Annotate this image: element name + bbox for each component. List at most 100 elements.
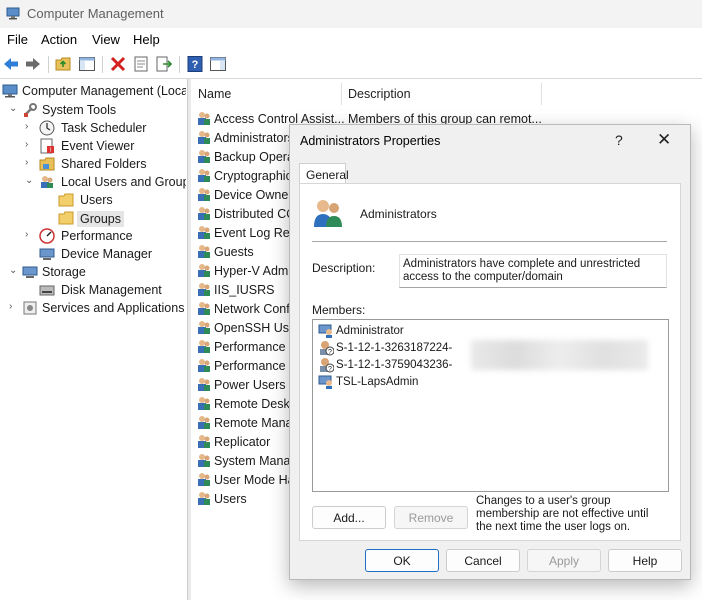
group-name: Guests [214, 245, 254, 259]
tree-label: Users [80, 193, 113, 207]
tab-label: General [306, 168, 349, 182]
chevron-down-icon[interactable]: ⌄ [25, 176, 35, 186]
column-header-label: Description [348, 87, 411, 101]
remove-button[interactable]: Remove [394, 506, 468, 529]
group-name: Power Users [214, 378, 286, 392]
forward-icon[interactable] [24, 55, 42, 73]
chevron-down-icon[interactable]: ⌄ [9, 104, 19, 114]
computer-management-icon [2, 84, 18, 98]
help-button[interactable]: Help [608, 549, 682, 572]
menu-action[interactable]: Action [41, 32, 77, 47]
device-manager-icon [39, 248, 55, 260]
column-header-description[interactable]: Description [341, 79, 541, 107]
column-header-name[interactable]: Name [191, 79, 341, 107]
chevron-down-icon[interactable]: ⌄ [9, 266, 19, 276]
folder-icon [58, 211, 74, 225]
group-icon [198, 378, 210, 391]
tree-label: Performance [61, 229, 133, 243]
tree-label: Services and Applications [42, 301, 185, 315]
group-name: Administrators [214, 131, 294, 145]
event-viewer-icon: ! [40, 138, 54, 154]
unknown-sid-icon: ? [320, 341, 334, 356]
group-icon [198, 321, 210, 334]
dialog-title: Administrators Properties [300, 134, 441, 148]
up-folder-icon[interactable] [55, 55, 73, 73]
group-icon [198, 112, 210, 125]
description-value: Administrators have complete and unrestr… [403, 258, 641, 283]
toolbar-separator [102, 56, 103, 73]
group-name: Users [214, 492, 247, 506]
column-header-label: Name [198, 87, 232, 101]
member-name: TSL-LapsAdmin [336, 376, 419, 388]
menu-view[interactable]: View [92, 32, 120, 47]
chevron-right-icon[interactable]: › [25, 140, 35, 150]
local-users-groups-icon [41, 176, 53, 188]
show-hide-action-pane-icon[interactable] [209, 55, 227, 73]
apply-button[interactable]: Apply [527, 549, 601, 572]
members-label: Members: [312, 303, 366, 317]
close-icon[interactable]: ✕ [657, 130, 671, 150]
group-icon [198, 207, 210, 220]
group-icon [198, 226, 210, 239]
svg-text:?: ? [328, 366, 332, 373]
button-label: Remove [408, 511, 454, 525]
back-icon[interactable] [2, 55, 20, 73]
ok-button[interactable]: OK [365, 549, 439, 572]
group-icon [198, 435, 210, 448]
description-field[interactable]: Administrators have complete and unrestr… [399, 254, 667, 288]
group-icon [198, 473, 210, 486]
add-button[interactable]: Add... [312, 506, 386, 529]
toolbar-separator [179, 56, 180, 73]
help-icon[interactable]: ? [186, 55, 204, 73]
title-bar: Computer Management [0, 0, 702, 28]
button-label: Help [632, 554, 658, 568]
cancel-button[interactable]: Cancel [446, 549, 520, 572]
divider [312, 241, 667, 242]
tree-label: Disk Management [61, 283, 162, 297]
chevron-right-icon[interactable]: › [25, 230, 35, 240]
tree-label: Shared Folders [61, 157, 147, 171]
tree-label: Local Users and Groups [61, 175, 186, 189]
tree-label-selected: Groups [77, 211, 124, 227]
chevron-right-icon[interactable]: › [25, 158, 35, 168]
redacted-region [471, 340, 648, 370]
chevron-right-icon[interactable]: › [9, 302, 19, 312]
svg-text:?: ? [328, 349, 332, 356]
chevron-right-icon[interactable]: › [25, 122, 35, 132]
system-tools-icon [24, 103, 37, 117]
help-question-button[interactable]: ? [615, 132, 623, 148]
group-icon [198, 492, 210, 505]
shared-folder-icon [39, 157, 55, 171]
member-name: Administrator [336, 325, 404, 337]
menu-file[interactable]: File [7, 32, 28, 47]
administrators-properties-dialog: Administrators Properties ? ✕ General Ad… [289, 124, 691, 580]
member-name: S-1-12-1-3759043236- [336, 359, 453, 371]
user-icon [318, 375, 332, 389]
export-list-icon[interactable] [155, 55, 173, 73]
tab-general[interactable]: General [299, 163, 349, 185]
clock-icon [39, 120, 55, 136]
unknown-sid-icon: ? [320, 358, 334, 373]
group-icon [198, 283, 210, 296]
group-icon [198, 188, 210, 201]
delete-icon[interactable] [109, 55, 127, 73]
show-hide-tree-icon[interactable] [78, 55, 96, 73]
members-list[interactable]: Administrator ? S-1-12-1-3263187224- ? S… [312, 319, 669, 492]
tree-label: Device Manager [61, 247, 153, 261]
group-icon [198, 359, 210, 372]
services-applications-icon [23, 301, 37, 315]
user-icon [318, 324, 332, 338]
group-icon [198, 150, 210, 163]
properties-icon[interactable] [132, 55, 150, 73]
column-divider[interactable] [541, 83, 542, 105]
group-icon [198, 302, 210, 315]
member-name: S-1-12-1-3263187224- [336, 342, 453, 354]
group-icon [198, 340, 210, 353]
group-name: Administrators [360, 207, 437, 221]
console-tree: Computer Management (Local) ⌄ System Too… [0, 79, 186, 600]
group-name: Replicator [214, 435, 271, 449]
button-label: Add... [333, 511, 365, 525]
toolbar-separator [48, 56, 49, 73]
group-icon [198, 264, 210, 277]
menu-help[interactable]: Help [133, 32, 160, 47]
